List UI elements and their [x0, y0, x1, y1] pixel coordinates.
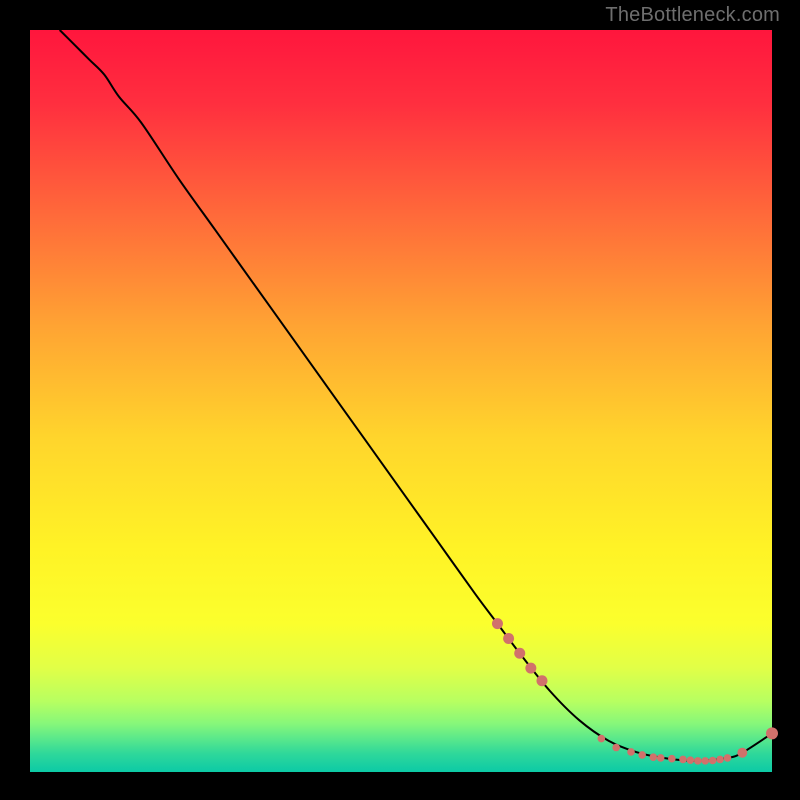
highlight-point — [668, 755, 676, 763]
highlight-point — [679, 756, 687, 764]
highlight-point — [638, 751, 646, 759]
highlight-point — [514, 648, 525, 659]
highlight-point — [525, 663, 536, 674]
highlight-point — [716, 756, 724, 764]
highlight-point — [687, 756, 695, 764]
highlight-point — [737, 748, 747, 758]
highlight-point — [649, 753, 657, 761]
watermark-label: TheBottleneck.com — [605, 4, 780, 27]
highlight-point — [694, 757, 702, 765]
highlight-point — [598, 735, 606, 743]
highlight-point — [766, 727, 778, 739]
chart-frame: TheBottleneck.com — [0, 0, 800, 800]
highlight-point — [536, 675, 547, 686]
highlight-point — [627, 748, 635, 756]
highlight-point — [492, 618, 503, 629]
heat-gradient-background — [30, 30, 772, 772]
bottleneck-chart — [0, 0, 800, 800]
highlight-point — [657, 754, 665, 762]
highlight-point — [612, 744, 620, 752]
highlight-point — [709, 757, 717, 765]
highlight-point — [724, 754, 732, 762]
highlight-point — [503, 633, 514, 644]
highlight-point — [701, 757, 709, 765]
